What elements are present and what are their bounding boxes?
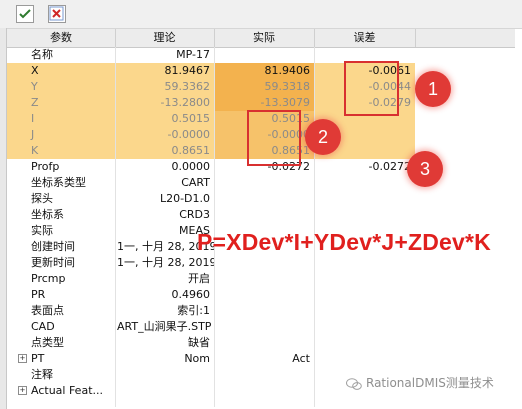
row-label: Actual Feat... — [31, 384, 103, 397]
row-label: 创建时间 — [31, 240, 75, 253]
row-label: 注释 — [31, 368, 53, 381]
row-nominal: 59.3362 — [164, 80, 211, 93]
header-nominal[interactable]: 理论 — [115, 29, 215, 47]
annotation-badge-1: 1 — [415, 71, 451, 107]
row-label: K — [31, 144, 39, 157]
watermark-text: RationalDMIS测量技术 — [366, 376, 494, 390]
row-nominal: ART_山涧果子.STP — [117, 320, 212, 333]
grid-header: 参数 理论 实际 误差 — [7, 29, 515, 48]
table-row[interactable]: CAD ART_山涧果子.STP — [7, 319, 515, 335]
deviation-highlight-box — [344, 61, 399, 116]
header-actual[interactable]: 实际 — [214, 29, 315, 47]
row-actual: 59.3318 — [264, 80, 311, 93]
row-nominal: 开启 — [188, 272, 210, 285]
row-nominal: CRD3 — [179, 208, 210, 221]
watermark: RationalDMIS测量技术 — [346, 374, 494, 391]
table-row[interactable]: 表面点 索引:1 — [7, 303, 515, 319]
formula-annotation: P=XDev*I+YDev*J+ZDev*K — [197, 229, 491, 255]
select-all-checkbox[interactable] — [16, 5, 34, 23]
row-label: 探头 — [31, 192, 53, 205]
row-label: Z — [31, 96, 39, 109]
left-panel-edge — [0, 28, 7, 409]
row-actual: Act — [292, 352, 310, 365]
row-label: 坐标系类型 — [31, 176, 86, 189]
row-label: PT — [31, 352, 45, 365]
row-nominal: 1一, 十月 28, 2019 — [117, 256, 214, 269]
ijk-highlight-box — [247, 110, 301, 166]
row-label: Prcmp — [31, 272, 66, 285]
row-label: 实际 — [31, 224, 53, 237]
row-label: 名称 — [31, 48, 53, 61]
row-nominal: CART — [181, 176, 210, 189]
row-nominal: MP-17 — [176, 48, 210, 61]
table-row[interactable]: + PT Nom Act — [7, 351, 515, 367]
annotation-badge-2: 2 — [305, 119, 341, 155]
row-nominal: 0.5015 — [171, 112, 211, 125]
row-nominal: 81.9467 — [164, 64, 211, 77]
row-nominal: Nom — [184, 352, 210, 365]
row-nominal: -13.2800 — [160, 96, 210, 109]
row-label: Profp — [31, 160, 60, 173]
table-row[interactable]: 点类型 缺省 — [7, 335, 515, 351]
row-deviation: -0.0272 — [368, 160, 411, 173]
row-nominal: L20-D1.0 — [159, 192, 210, 205]
row-label: Y — [31, 80, 38, 93]
table-row[interactable]: 名称 MP-17 — [7, 47, 515, 63]
row-label: PR — [31, 288, 46, 301]
row-label: I — [31, 112, 35, 125]
table-row[interactable]: PR 0.4960 — [7, 287, 515, 303]
row-nominal: 缺省 — [188, 336, 210, 349]
row-nominal: -0.0000 — [167, 128, 210, 141]
toolbar — [0, 0, 522, 29]
row-nominal: 0.0000 — [171, 160, 211, 173]
row-label: 点类型 — [31, 336, 64, 349]
table-row[interactable]: 探头 L20-D1.0 — [7, 191, 515, 207]
row-nominal: 0.8651 — [171, 144, 211, 157]
row-actual: 81.9406 — [264, 64, 311, 77]
row-label: 表面点 — [31, 304, 64, 317]
row-label: 坐标系 — [31, 208, 64, 221]
header-param[interactable]: 参数 — [7, 29, 116, 47]
header-deviation[interactable]: 误差 — [314, 29, 416, 47]
row-actual: -13.3079 — [260, 96, 310, 109]
row-label: J — [31, 128, 35, 141]
wechat-icon — [346, 377, 362, 390]
table-row[interactable]: Prcmp 开启 — [7, 271, 515, 287]
checkbox-check-icon — [19, 9, 31, 19]
row-label: 更新时间 — [31, 256, 75, 269]
row-label: X — [31, 64, 39, 77]
row-nominal: 0.4960 — [171, 288, 211, 301]
row-label: CAD — [31, 320, 55, 333]
table-row[interactable]: 更新时间 1一, 十月 28, 2019 — [7, 255, 515, 271]
clear-selection-checkbox[interactable] — [48, 5, 66, 23]
annotation-badge-3: 3 — [407, 151, 443, 187]
checkbox-x-icon — [49, 6, 64, 21]
table-row[interactable]: 坐标系 CRD3 — [7, 207, 515, 223]
row-nominal: 索引:1 — [177, 304, 210, 317]
